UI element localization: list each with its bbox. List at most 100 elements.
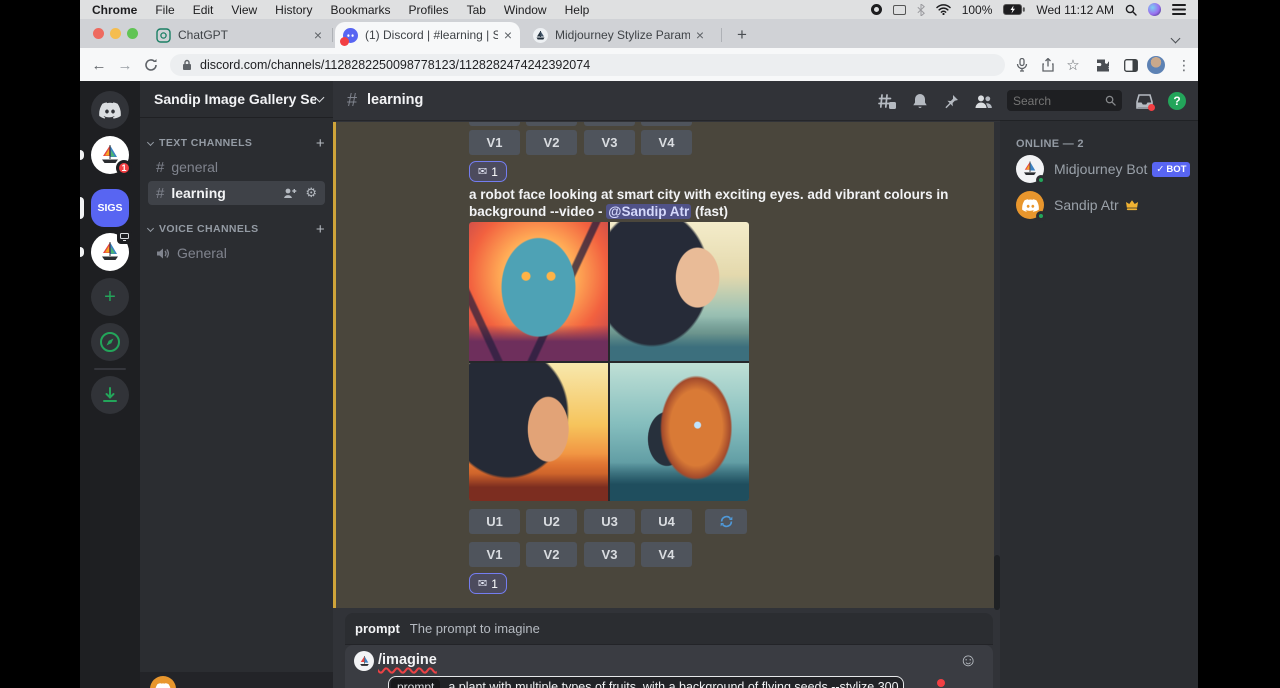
reload-icon[interactable]: [140, 54, 162, 76]
traffic-light-close[interactable]: [93, 28, 104, 39]
server-header[interactable]: Sandip Image Gallery Se...: [140, 81, 333, 118]
traffic-light-zoom[interactable]: [127, 28, 138, 39]
voice-channels-section[interactable]: VOICE CHANNELS +: [148, 221, 325, 237]
help-icon[interactable]: ?: [1166, 90, 1188, 112]
menubar-app-name[interactable]: Chrome: [92, 3, 137, 17]
tab-close-icon[interactable]: ×: [504, 27, 512, 43]
traffic-light-minimize[interactable]: [110, 28, 121, 39]
channel-general[interactable]: # general: [148, 155, 325, 179]
notifications-bell-icon[interactable]: [909, 90, 931, 112]
member-list-icon[interactable]: [972, 90, 994, 112]
variation-button-v4[interactable]: V4: [641, 130, 692, 155]
user-mention[interactable]: @Sandip Atr: [606, 204, 691, 219]
download-apps-button[interactable]: [91, 376, 129, 414]
menu-view[interactable]: View: [231, 3, 257, 17]
discord-home-button[interactable]: [91, 91, 129, 129]
chrome-menu-kebab-icon[interactable]: ⋮: [1174, 55, 1194, 75]
variation-button-v2[interactable]: V2: [526, 542, 577, 567]
tab-discord-active[interactable]: (1) Discord | #learning | Sandip ×: [335, 22, 520, 48]
menu-window[interactable]: Window: [504, 3, 547, 17]
variation-button-v4[interactable]: V4: [641, 542, 692, 567]
extensions-icon[interactable]: [1093, 55, 1113, 75]
add-server-button[interactable]: +: [91, 278, 129, 316]
variation-button-v2[interactable]: V2: [526, 130, 577, 155]
menubar-clock[interactable]: Wed 11:12 AM: [1036, 3, 1114, 17]
autocomplete-option[interactable]: prompt: [355, 621, 400, 636]
variation-button-v1[interactable]: V1: [469, 542, 520, 567]
threads-icon[interactable]: [876, 90, 898, 112]
address-bar[interactable]: discord.com/channels/1128282250098778123…: [170, 54, 1005, 76]
create-channel-plus-icon[interactable]: +: [316, 221, 325, 238]
menu-help[interactable]: Help: [565, 3, 590, 17]
siri-icon[interactable]: [1148, 3, 1161, 16]
new-tab-button[interactable]: +: [728, 22, 756, 48]
text-channels-section[interactable]: TEXT CHANNELS +: [148, 135, 325, 151]
member-avatar[interactable]: [1016, 155, 1044, 183]
inbox-icon[interactable]: [1133, 90, 1155, 112]
tab-chatgpt[interactable]: ChatGPT ×: [148, 22, 330, 48]
tab-midjourney[interactable]: Midjourney Stylize Parameter ×: [525, 22, 712, 48]
profile-avatar[interactable]: [1146, 55, 1166, 75]
user-avatar[interactable]: [150, 676, 176, 688]
server-icon-sailboat-1[interactable]: 1: [91, 136, 129, 174]
upscale-button-u1[interactable]: U1: [469, 509, 520, 534]
spotlight-search-icon[interactable]: [1125, 4, 1137, 16]
menu-profiles[interactable]: Profiles: [409, 3, 449, 17]
menu-file[interactable]: File: [155, 3, 174, 17]
wifi-icon[interactable]: [936, 4, 951, 15]
invite-people-icon[interactable]: [283, 187, 297, 199]
display-mirroring-icon[interactable]: [893, 5, 906, 15]
grid-image-2[interactable]: [610, 222, 749, 361]
voice-channel-general[interactable]: General: [148, 241, 325, 265]
mic-icon[interactable]: [1012, 55, 1032, 75]
search-box[interactable]: [1007, 90, 1122, 111]
emoji-picker-icon[interactable]: ☺: [959, 650, 977, 671]
reroll-button[interactable]: [705, 509, 747, 534]
side-panel-icon[interactable]: [1121, 55, 1141, 75]
tab-close-icon[interactable]: ×: [696, 27, 704, 43]
share-icon[interactable]: [1038, 55, 1058, 75]
menu-history[interactable]: History: [275, 3, 312, 17]
forward-icon[interactable]: →: [114, 54, 136, 76]
option-value[interactable]: a plant with multiple types of fruits, w…: [448, 680, 898, 688]
channel-learning-active[interactable]: # learning ⚙: [148, 181, 325, 205]
grid-image-3[interactable]: [469, 363, 608, 502]
grid-image-4[interactable]: [610, 363, 749, 502]
screen-record-icon[interactable]: [871, 4, 882, 15]
create-channel-plus-icon[interactable]: +: [316, 135, 325, 152]
explore-servers-button[interactable]: [91, 323, 129, 361]
server-icon-sigs[interactable]: SIGS: [91, 189, 129, 227]
bluetooth-icon[interactable]: [917, 4, 925, 16]
member-avatar[interactable]: [1016, 191, 1044, 219]
variation-button-v3[interactable]: V3: [584, 130, 635, 155]
bookmark-star-icon[interactable]: ☆: [1063, 55, 1083, 75]
variation-button-v3[interactable]: V3: [584, 542, 635, 567]
server-icon-sailboat-2[interactable]: [91, 233, 129, 271]
message-composer[interactable]: /imagine ☺ prompt a plant with multiple …: [345, 645, 993, 688]
pinned-messages-icon[interactable]: [940, 90, 962, 112]
upscale-button-u3[interactable]: U3: [584, 509, 635, 534]
envelope-reaction[interactable]: ✉ 1: [469, 161, 507, 182]
tab-search-chevron-icon[interactable]: [1172, 29, 1179, 47]
slash-autocomplete-popup[interactable]: prompt The prompt to imagine: [345, 613, 993, 645]
variation-button-v1[interactable]: V1: [469, 130, 520, 155]
tab-close-icon[interactable]: ×: [314, 27, 322, 43]
member-name: Midjourney Bot: [1054, 161, 1147, 177]
upscale-button-u4[interactable]: U4: [641, 509, 692, 534]
midjourney-image-grid[interactable]: [469, 222, 749, 501]
messages-scroll-area[interactable]: V1 V2 V3 V4 ✉ 1 a robot face looking at …: [333, 122, 994, 608]
envelope-reaction[interactable]: ✉ 1: [469, 573, 507, 594]
upscale-button-u2[interactable]: U2: [526, 509, 577, 534]
channel-settings-gear-icon[interactable]: ⚙: [305, 185, 317, 201]
back-icon[interactable]: ←: [88, 54, 110, 76]
menu-edit[interactable]: Edit: [193, 3, 214, 17]
menu-tab[interactable]: Tab: [467, 3, 486, 17]
grid-image-1[interactable]: [469, 222, 608, 361]
menu-bookmarks[interactable]: Bookmarks: [331, 3, 391, 17]
command-option-field[interactable]: prompt a plant with multiple types of fr…: [388, 676, 904, 688]
member-row-sandip-atr[interactable]: Sandip Atr: [1008, 188, 1190, 222]
search-input[interactable]: [1013, 94, 1105, 108]
control-center-icon[interactable]: [1172, 4, 1186, 15]
member-row-midjourney-bot[interactable]: Midjourney Bot ✓ BOT: [1008, 152, 1190, 186]
slash-command-text[interactable]: /imagine: [378, 652, 437, 668]
